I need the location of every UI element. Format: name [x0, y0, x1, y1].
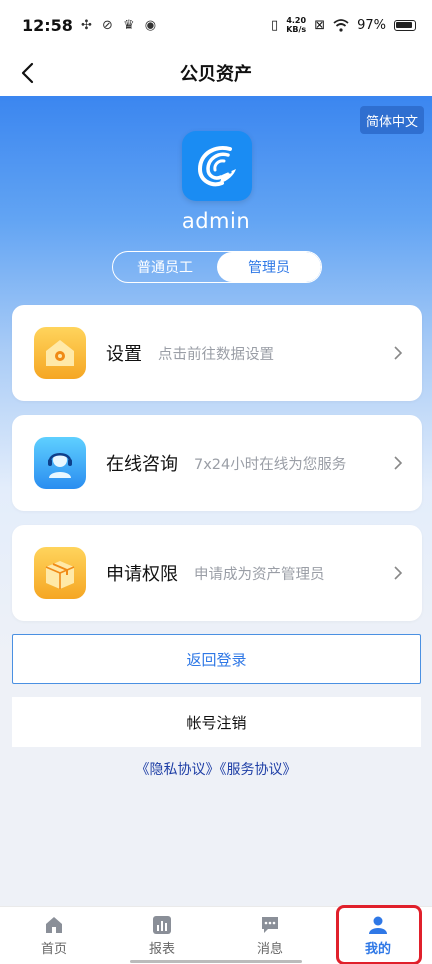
chevron-right-icon	[394, 566, 403, 580]
shell-logo-icon	[197, 146, 236, 187]
home-indicator	[130, 960, 302, 963]
battery-icon	[394, 19, 416, 31]
message-icon	[262, 916, 278, 933]
vibrate-icon: ▯	[271, 17, 279, 33]
notification-icons: ✣ ⊘ ♛ ◉	[80, 17, 160, 33]
back-arrow-icon[interactable]	[14, 58, 44, 88]
sim-icon: ⊠	[314, 17, 326, 33]
menu-desc: 申请成为资产管理员	[194, 566, 325, 583]
app-logo	[182, 131, 252, 201]
home-icon	[46, 916, 62, 933]
tab-mine[interactable]: 我的	[324, 907, 432, 964]
role-option-admin[interactable]: 管理员	[217, 252, 321, 282]
report-icon	[153, 915, 171, 934]
tab-label: 我的	[364, 941, 391, 957]
tab-label: 消息	[256, 941, 283, 957]
page-title: 公贝资产	[180, 64, 252, 85]
chevron-right-icon	[394, 456, 403, 470]
battery-percent: 97%	[357, 17, 386, 33]
return-login-button[interactable]: 返回登录	[12, 634, 421, 684]
headset-support-icon	[34, 437, 86, 489]
menu-desc: 点击前往数据设置	[158, 346, 274, 363]
chevron-right-icon	[394, 346, 403, 360]
bottom-tab-bar: 首页 报表 消息 我的	[0, 906, 432, 964]
status-right: ▯ 4.20 KB/s ⊠ 97%	[271, 16, 416, 34]
menu-name: 申请权限	[106, 564, 178, 585]
tab-label: 报表	[148, 941, 175, 957]
tab-home[interactable]: 首页	[0, 907, 108, 964]
net-speed: 4.20 KB/s	[286, 16, 307, 34]
cancel-account-button[interactable]: 帐号注销	[12, 697, 421, 747]
status-bar: 12:58 ✣ ⊘ ♛ ◉ ▯ 4.20 KB/s ⊠ 97%	[0, 0, 432, 50]
menu-card-apply-permission[interactable]: 申请权限 申请成为资产管理员	[12, 525, 422, 621]
menu-card-online-consult[interactable]: 在线咨询 7x24小时在线为您服务	[12, 415, 422, 511]
agreement-links: 《隐私协议》《服务协议》	[0, 759, 432, 779]
role-option-employee[interactable]: 普通员工	[113, 252, 217, 282]
settings-house-icon	[34, 327, 86, 379]
wifi-icon	[333, 18, 349, 32]
nav-bar: 公贝资产	[0, 50, 432, 96]
tab-label: 首页	[40, 941, 67, 957]
language-button[interactable]: 简体中文	[360, 106, 424, 134]
user-icon	[369, 916, 387, 934]
status-time: 12:58	[22, 15, 73, 35]
tab-messages[interactable]: 消息	[216, 907, 324, 964]
privacy-agreement-link[interactable]: 《隐私协议》	[136, 762, 220, 778]
service-agreement-link[interactable]: 《服务协议》	[220, 762, 297, 778]
username: admin	[181, 209, 251, 233]
menu-name: 设置	[106, 344, 142, 365]
tab-report[interactable]: 报表	[108, 907, 216, 964]
permission-box-icon	[34, 547, 86, 599]
role-toggle: 普通员工 管理员	[112, 251, 322, 283]
menu-card-settings[interactable]: 设置 点击前往数据设置	[12, 305, 422, 401]
menu-name: 在线咨询	[106, 454, 178, 475]
menu-desc: 7x24小时在线为您服务	[194, 456, 347, 473]
